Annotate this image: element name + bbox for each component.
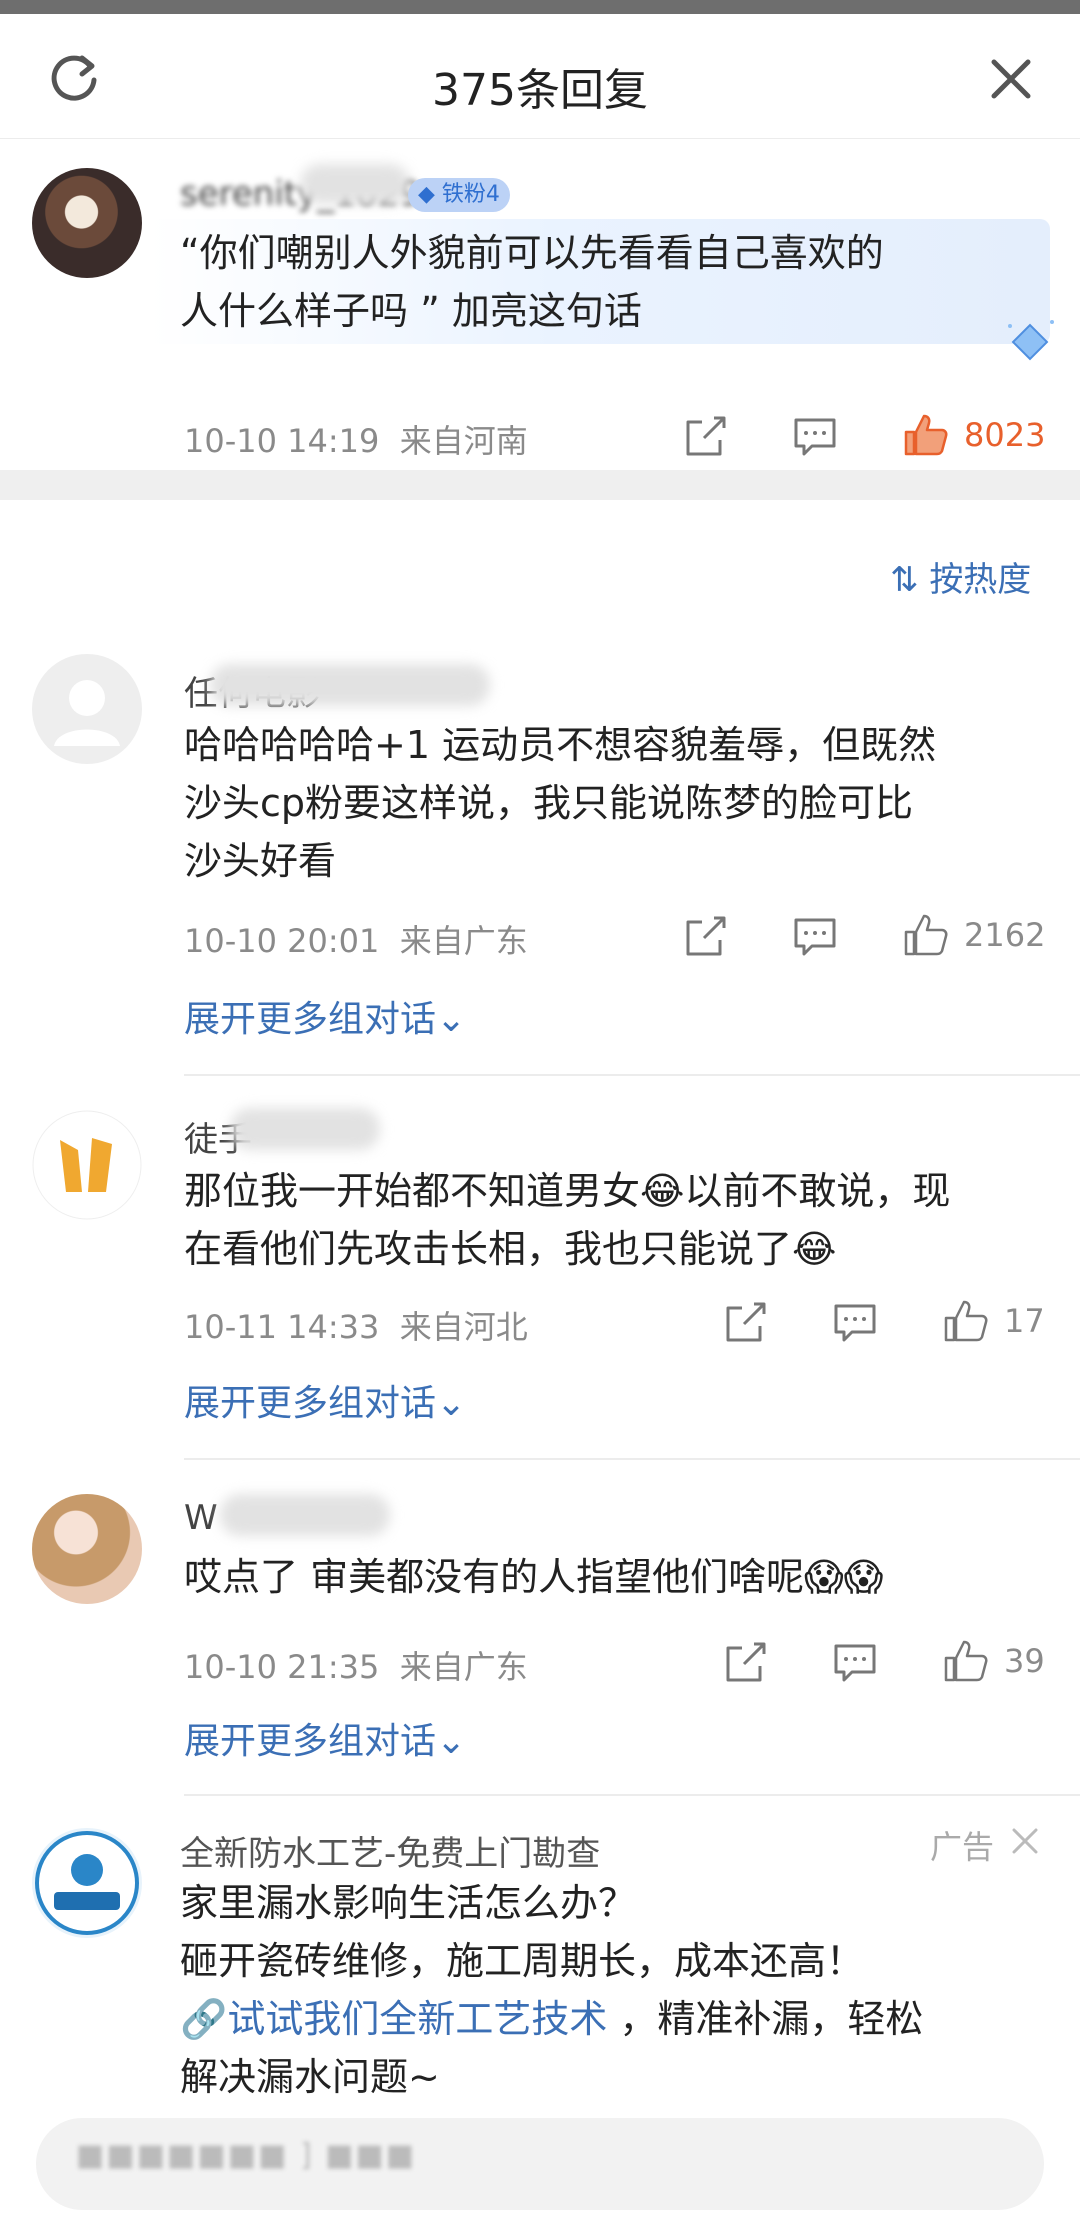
- expand-more-button[interactable]: 展开更多组对话⌄: [184, 1374, 466, 1426]
- divider: [184, 1794, 1080, 1796]
- root-comment-line-1: “你们嘲别人外貌前可以先看看自己喜欢的: [180, 231, 884, 275]
- reply-meta: 10-10 20:01 来自广东: [184, 922, 528, 960]
- sparkle-diamond-icon: [1008, 320, 1054, 361]
- username-redaction: [300, 164, 410, 204]
- status-bar-shade: [0, 0, 1080, 14]
- chevron-down-icon: ⌄: [436, 1721, 467, 1762]
- reply-line: 哈哈哈哈哈+1 运动员不想容貌羞辱，但既然: [184, 723, 937, 767]
- like-icon[interactable]: [900, 910, 950, 960]
- expand-more-button[interactable]: 展开更多组对话⌄: [184, 990, 466, 1042]
- like-icon[interactable]: [940, 1636, 990, 1686]
- share-icon[interactable]: [680, 912, 730, 962]
- avatar[interactable]: [32, 1494, 142, 1604]
- comment-icon[interactable]: [830, 1638, 880, 1688]
- reply-text: 哎点了 审美都没有的人指望他们啥呢😱😱: [184, 1548, 883, 1606]
- share-icon[interactable]: [720, 1298, 770, 1348]
- reply-meta: 10-10 21:35 来自广东: [184, 1648, 528, 1686]
- fan-badge: ◆ 铁粉4: [408, 178, 510, 212]
- ad-link[interactable]: 🔗试试我们全新工艺技术: [180, 1997, 607, 2041]
- header: 375条回复: [0, 14, 1080, 139]
- chevron-down-icon: ⌄: [436, 999, 467, 1040]
- like-count: 2162: [964, 916, 1046, 954]
- ad-avatar[interactable]: [32, 1828, 142, 1938]
- section-gap: [0, 470, 1080, 500]
- like-icon-active[interactable]: [900, 410, 950, 460]
- ad-logo-icon: [35, 1831, 139, 1935]
- root-comment-line-2: 人什么样子吗 ” 加亮这句话: [180, 289, 642, 333]
- comment-icon[interactable]: [790, 412, 840, 462]
- sort-by-hot-button[interactable]: ⇅ 按热度: [890, 552, 1031, 601]
- ad-line: 砸开瓷砖维修，施工周期长，成本还高！: [180, 1939, 865, 1983]
- hands-avatar-icon: [32, 1110, 142, 1220]
- reply-line: 在看他们先攻击长相，我也只能说了😂: [184, 1227, 837, 1271]
- close-icon[interactable]: [986, 54, 1036, 104]
- like-count: 8023: [964, 416, 1046, 454]
- share-icon[interactable]: [680, 412, 730, 462]
- avatar[interactable]: [32, 654, 142, 764]
- chevron-down-icon: ⌄: [436, 1383, 467, 1424]
- like-count: 39: [1004, 1642, 1045, 1680]
- username-redaction: [210, 664, 490, 706]
- username-redaction: [220, 1494, 390, 1536]
- reply-text: 哈哈哈哈哈+1 运动员不想容貌羞辱，但既然 沙头cp粉要这样说，我只能说陈梦的脸…: [184, 716, 936, 890]
- expand-more-button[interactable]: 展开更多组对话⌄: [184, 1712, 466, 1764]
- avatar[interactable]: [32, 1110, 142, 1220]
- sort-icon: ⇅: [890, 560, 919, 600]
- ad-line: 家里漏水影响生活怎么办？: [180, 1881, 637, 1925]
- ad-text: 家里漏水影响生活怎么办？ 砸开瓷砖维修，施工周期长，成本还高！ 🔗试试我们全新工…: [180, 1874, 923, 2106]
- reply-text: 那位我一开始都不知道男女😂以前不敢说，现 在看他们先攻击长相，我也只能说了😂: [184, 1162, 950, 1278]
- link-icon: 🔗: [180, 1997, 228, 2041]
- like-count: 17: [1004, 1302, 1045, 1340]
- root-comment-meta: 10-10 14:19 来自河南: [184, 422, 528, 460]
- ad-title[interactable]: 全新防水工艺-免费上门勘查: [180, 1826, 600, 1875]
- replies-sheet: 375条回复 serenity_1029 ◆ 铁粉4 “你们嘲别人外貌前可以先看…: [0, 14, 1080, 2217]
- username[interactable]: W: [184, 1498, 218, 1538]
- ad-close-icon[interactable]: [1008, 1824, 1042, 1858]
- reply-line: 沙头好看: [184, 839, 337, 883]
- default-avatar-icon: [54, 680, 120, 746]
- like-icon[interactable]: [940, 1296, 990, 1346]
- divider: [184, 1458, 1080, 1460]
- page-title: 375条回复: [432, 65, 648, 116]
- reply-line: 沙头cp粉要这样说，我只能说陈梦的脸可比: [184, 781, 914, 825]
- divider: [184, 1074, 1080, 1076]
- share-icon[interactable]: [720, 1638, 770, 1688]
- reply-line: 哎点了 审美都没有的人指望他们啥呢😱😱: [184, 1555, 884, 1599]
- root-comment-text: “你们嘲别人外貌前可以先看看自己喜欢的 人什么样子吗 ” 加亮这句话: [180, 224, 884, 340]
- avatar[interactable]: [32, 168, 142, 278]
- ad-label: 广告: [930, 1828, 995, 1866]
- comment-icon[interactable]: [830, 1298, 880, 1348]
- username-redaction: [230, 1108, 380, 1150]
- comment-icon[interactable]: [790, 912, 840, 962]
- reply-line: 那位我一开始都不知道男女😂以前不敢说，现: [184, 1169, 951, 1213]
- reply-meta: 10-11 14:33 来自河北: [184, 1308, 528, 1346]
- ad-line: 🔗试试我们全新工艺技术 ，精准补漏，轻松: [180, 1997, 924, 2041]
- reply-input[interactable]: ■■■■■■■ ] ■■■: [36, 2118, 1044, 2210]
- ad-line: 解决漏水问题~: [180, 2055, 440, 2099]
- reply-input-placeholder: ■■■■■■■ ] ■■■: [76, 2138, 417, 2173]
